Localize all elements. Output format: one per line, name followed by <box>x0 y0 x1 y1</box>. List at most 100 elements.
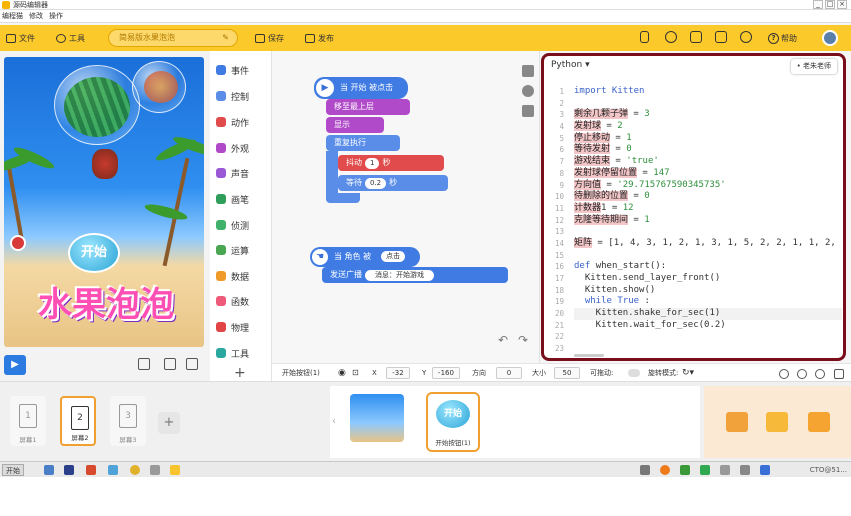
code-line[interactable]: 游戏结束 = 'true' <box>574 156 842 168</box>
block-broadcast[interactable]: 发送广播 消息：开始游戏 <box>322 267 508 283</box>
publish-button[interactable]: 发布 <box>305 25 334 51</box>
menu-icon[interactable] <box>834 369 844 379</box>
broadcast-message-dropdown[interactable]: 消息：开始游戏 <box>365 270 434 281</box>
taskbar-app-icon[interactable] <box>44 465 54 475</box>
code-line[interactable] <box>574 250 842 262</box>
draggable-toggle[interactable] <box>628 369 640 377</box>
shake-seconds-input[interactable]: 1 <box>365 158 380 169</box>
code-line[interactable] <box>574 226 842 238</box>
size-input[interactable]: 50 <box>554 367 580 379</box>
code-line[interactable]: 发射球 = 2 <box>574 121 842 133</box>
music-icon[interactable] <box>726 412 748 432</box>
code-line[interactable]: 停止移动 = 1 <box>574 132 842 145</box>
scene-thumbnail-active[interactable]: 2 屏幕2 <box>60 396 96 446</box>
taskbar-app-icon[interactable] <box>86 465 96 475</box>
minimize-button[interactable]: _ <box>813 0 823 9</box>
code-line[interactable]: 等待发射 = 0 <box>574 144 842 156</box>
start-button-sprite[interactable]: 开始 开始按钮(1) <box>426 392 480 452</box>
calendar-icon[interactable] <box>715 31 727 43</box>
scene-thumbnail[interactable]: 1 屏幕1 <box>10 396 46 446</box>
code-line[interactable]: Kitten.shake_for_sec(1) <box>574 308 842 320</box>
mobile-preview-icon[interactable] <box>640 31 649 43</box>
menu-item-operate[interactable]: 操作 <box>49 10 63 22</box>
category-events[interactable]: 事件 <box>216 62 249 78</box>
code-line[interactable] <box>574 331 842 343</box>
code-line[interactable] <box>574 343 842 355</box>
taskbar-app-icon[interactable] <box>170 465 180 475</box>
save-button[interactable]: 保存 <box>255 25 284 51</box>
code-line[interactable]: 发射球停留位置 = 147 <box>574 167 842 180</box>
zoom-in-icon[interactable] <box>815 369 825 379</box>
folder-icon[interactable] <box>808 412 830 432</box>
run-button[interactable]: ▶ <box>4 355 26 375</box>
zoom-out-icon[interactable] <box>779 369 789 379</box>
avatar[interactable] <box>822 30 838 46</box>
when-sprite-clicked-hat-block[interactable]: ☚ 当 角色 被 点击 <box>310 247 420 267</box>
script-icon[interactable] <box>522 105 534 117</box>
tray-icon[interactable] <box>760 465 770 475</box>
grid-icon[interactable] <box>186 358 198 370</box>
menu-item-edit[interactable]: 修改 <box>29 10 43 22</box>
category-sensing[interactable]: 侦测 <box>216 217 249 233</box>
taskbar-app-icon[interactable] <box>150 465 160 475</box>
tray-icon[interactable] <box>720 465 730 475</box>
code-line[interactable]: Kitten.show() <box>574 285 842 297</box>
redo-icon[interactable]: ↷ <box>518 333 528 347</box>
work-name-input[interactable]: 简易版水果泡泡 ✎ <box>108 29 238 47</box>
tools-menu-button[interactable]: 工具 <box>56 25 85 51</box>
category-pen[interactable]: 画笔 <box>216 191 249 207</box>
y-input[interactable]: -160 <box>432 367 460 379</box>
stage-start-button[interactable]: 开始 <box>68 233 120 273</box>
device-select-icon[interactable] <box>138 358 150 370</box>
cloud-icon[interactable] <box>665 31 677 43</box>
tray-icon[interactable] <box>740 465 750 475</box>
wait-seconds-input[interactable]: 0.2 <box>365 178 387 189</box>
direction-input[interactable]: 0 <box>496 367 522 379</box>
undo-icon[interactable]: ↶ <box>498 333 508 347</box>
zoom-reset-icon[interactable] <box>797 369 807 379</box>
block-shake[interactable]: 抖动 1 秒 <box>338 155 444 171</box>
block-show[interactable]: 显示 <box>326 117 384 133</box>
category-control[interactable]: 控制 <box>216 88 249 104</box>
tray-icon[interactable] <box>660 465 670 475</box>
category-sound[interactable]: 声音 <box>216 165 249 181</box>
code-line[interactable]: Kitten.send_layer_front() <box>574 273 842 285</box>
x-input[interactable]: -32 <box>386 367 410 379</box>
code-area[interactable]: import Kitten 剩余几颗子弹 = 3 发射球 = 2 停止移动 = 1等… <box>574 86 842 355</box>
background-sprite-thumbnail[interactable] <box>350 394 404 442</box>
close-button[interactable]: × <box>837 0 847 9</box>
taskbar-app-icon[interactable] <box>64 465 74 475</box>
category-data[interactable]: 数据 <box>216 268 249 284</box>
code-line[interactable]: Kitten.wait_for_sec(0.2) <box>574 320 842 332</box>
add-scene-button[interactable]: + <box>158 412 180 434</box>
os-start-button[interactable]: 开始 <box>2 464 24 476</box>
help-button[interactable]: ? 帮助 <box>768 25 797 51</box>
language-select[interactable]: Python ▾ <box>551 60 590 70</box>
tray-icon[interactable] <box>640 465 650 475</box>
microphone-icon[interactable] <box>522 85 534 97</box>
python-editor[interactable]: Python ▾ • 老朱老师 1 2 3 4 5 6 7 8 9 10 11 12 13 14 15 16 1… <box>541 53 846 361</box>
code-line[interactable]: 剩余几颗子弹 = 3 <box>574 109 842 121</box>
category-looks[interactable]: 外观 <box>216 140 249 156</box>
fullscreen-icon[interactable] <box>164 358 176 370</box>
code-line[interactable]: 方向值 = '29.715767590345735' <box>574 179 842 192</box>
click-option-dropdown[interactable]: 点击 <box>381 251 405 262</box>
paint-icon[interactable] <box>766 412 788 432</box>
rotation-mode-dropdown[interactable]: ↻▾ <box>682 364 694 382</box>
code-line[interactable]: import Kitten <box>574 86 842 98</box>
chevron-left-icon[interactable]: ‹ <box>332 416 336 427</box>
gear-icon[interactable] <box>740 31 752 43</box>
category-operators[interactable]: 运算 <box>216 242 249 258</box>
code-line[interactable]: 计数器1 = 12 <box>574 202 842 215</box>
category-functions[interactable]: 函数 <box>216 293 249 309</box>
block-workspace[interactable]: ▶ 当 开始 被点击 移至最上层 显示 重复执行 抖动 1 秒 等待 0.2 秒 ☚ 当… <box>272 51 540 363</box>
block-forever[interactable]: 重复执行 <box>326 135 400 151</box>
category-motion[interactable]: 动作 <box>216 114 249 130</box>
add-extension-button[interactable]: + <box>234 365 246 381</box>
editor-scrollbar[interactable] <box>574 354 604 357</box>
scene-thumbnail[interactable]: 3 屏幕3 <box>110 396 146 446</box>
code-line[interactable]: def when_start(): <box>574 261 842 273</box>
code-line[interactable]: 矩阵 = [1, 4, 3, 1, 2, 1, 3, 1, 5, 2, 2, 1… <box>574 237 842 250</box>
tray-icon[interactable] <box>680 465 690 475</box>
visibility-eye-icon[interactable]: ◉ <box>338 364 346 382</box>
